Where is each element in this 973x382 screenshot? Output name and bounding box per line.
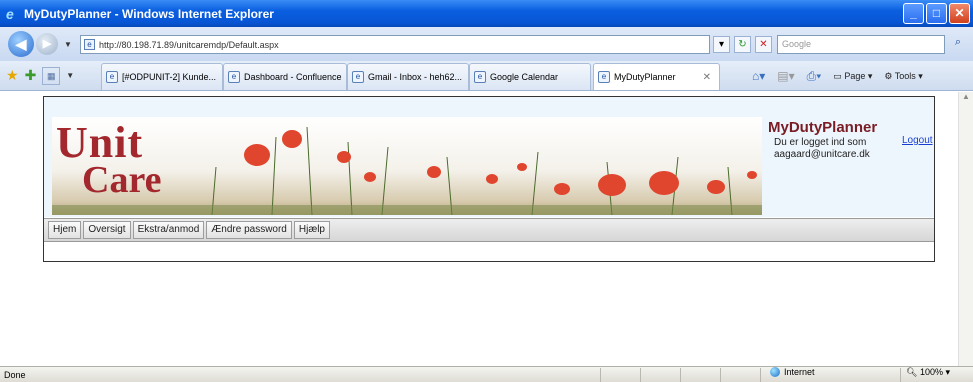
print-icon[interactable]: ⎙▾ [807, 69, 822, 84]
tab-confluence[interactable]: e Dashboard - Confluence [223, 63, 347, 90]
search-icon[interactable]: ⌕ [948, 36, 968, 53]
home-icon[interactable]: ⌂▾ [752, 69, 765, 83]
tab-page-icon: e [352, 71, 364, 83]
zone-label: Internet [784, 367, 815, 377]
history-dropdown-icon[interactable]: ▼ [64, 40, 72, 49]
menu-aendre-password[interactable]: Ændre password [206, 221, 292, 239]
address-toolbar: ◀ ▶ ▼ e http://80.198.71.89/unitcaremdp/… [0, 27, 973, 61]
menu-hjaelp[interactable]: Hjælp [293, 221, 330, 239]
logged-in-text: Du er logget ind som [774, 137, 867, 148]
tab-page-icon: e [474, 71, 486, 83]
ie-logo-icon: e [6, 5, 14, 22]
add-favorite-icon[interactable]: ✚ [25, 67, 37, 84]
status-text: Done [4, 369, 26, 380]
window-titlebar: e MyDutyPlanner - Windows Internet Explo… [0, 0, 973, 27]
tab-page-icon: e [106, 71, 118, 83]
menu-ekstra-anmod[interactable]: Ekstra/anmod [132, 221, 205, 239]
tab-page-icon: e [598, 71, 610, 83]
refresh-icon[interactable]: ↻ [734, 36, 751, 53]
command-bar: ⌂▾ ▤▾ ⎙▾ ▭ Page ▾ ⚙ Tools ▾ [752, 61, 923, 91]
tab-list-dropdown-icon[interactable]: ▼ [66, 71, 74, 80]
unitcare-logo: Unit Care [56, 118, 162, 201]
window-title: MyDutyPlanner - Windows Internet Explore… [24, 6, 274, 21]
logout-link[interactable]: Logout [902, 135, 933, 146]
tab-odpunit[interactable]: e [#ODPUNIT-2] Kunde... [101, 63, 223, 90]
globe-icon [770, 367, 780, 377]
window-controls: _ □ ✕ [903, 3, 970, 24]
menu-oversigt[interactable]: Oversigt [83, 221, 131, 239]
username: aagaard@unitcare.dk [774, 149, 870, 160]
close-tab-icon[interactable]: ✕ [703, 72, 711, 83]
menu-hjem[interactable]: Hjem [48, 221, 82, 239]
forward-button[interactable]: ▶ [36, 33, 58, 55]
status-bar: Done Internet 🔍︎ 100% ▾ [0, 366, 973, 382]
zoom-control[interactable]: 🔍︎ 100% ▾ [906, 367, 950, 378]
site-container: Unit Care MyDutyPlanner Du er logget ind… [43, 96, 935, 262]
tab-page-icon: e [228, 71, 240, 83]
site-header: Unit Care MyDutyPlanner Du er logget ind… [44, 97, 934, 217]
search-input[interactable]: Google [777, 35, 945, 54]
page-viewport: Unit Care MyDutyPlanner Du er logget ind… [0, 92, 958, 366]
tab-label: MyDutyPlanner [614, 72, 676, 82]
app-title: MyDutyPlanner [768, 119, 878, 136]
tab-label: [#ODPUNIT-2] Kunde... [122, 72, 217, 82]
tools-menu[interactable]: ⚙ Tools ▾ [884, 71, 922, 82]
maximize-button[interactable]: □ [926, 3, 947, 24]
tab-label: Dashboard - Confluence [244, 72, 342, 82]
tab-label: Google Calendar [490, 72, 559, 82]
vertical-scrollbar[interactable]: ▲ [958, 92, 973, 366]
feeds-icon[interactable]: ▤▾ [777, 69, 794, 83]
quick-tabs-icon[interactable]: ▦ [42, 66, 61, 85]
scroll-up-icon[interactable]: ▲ [959, 92, 973, 107]
tab-google-calendar[interactable]: e Google Calendar [469, 63, 591, 90]
back-button[interactable]: ◀ [8, 31, 34, 57]
tab-bar: ★ ✚ ▦ ▼ e [#ODPUNIT-2] Kunde... e Dashbo… [0, 61, 973, 91]
minimize-button[interactable]: _ [903, 3, 924, 24]
address-dropdown-icon[interactable]: ▾ [713, 36, 730, 53]
address-url: http://80.198.71.89/unitcaremdp/Default.… [99, 39, 279, 50]
address-input[interactable]: e http://80.198.71.89/unitcaremdp/Defaul… [80, 35, 710, 54]
stop-icon[interactable]: ✕ [755, 36, 772, 53]
tab-gmail[interactable]: e Gmail - Inbox - heh62... [347, 63, 469, 90]
tab-label: Gmail - Inbox - heh62... [368, 72, 463, 82]
page-icon: e [84, 39, 95, 50]
favorites-star-icon[interactable]: ★ [6, 67, 19, 84]
poppy-banner-image: Unit Care [52, 117, 762, 215]
page-menu[interactable]: ▭ Page ▾ [833, 71, 872, 82]
tab-mydutyplanner[interactable]: e MyDutyPlanner ✕ [593, 63, 720, 90]
security-zone: Internet [770, 367, 815, 377]
site-menu: Hjem Oversigt Ekstra/anmod Ændre passwor… [44, 218, 934, 242]
close-window-button[interactable]: ✕ [949, 3, 970, 24]
